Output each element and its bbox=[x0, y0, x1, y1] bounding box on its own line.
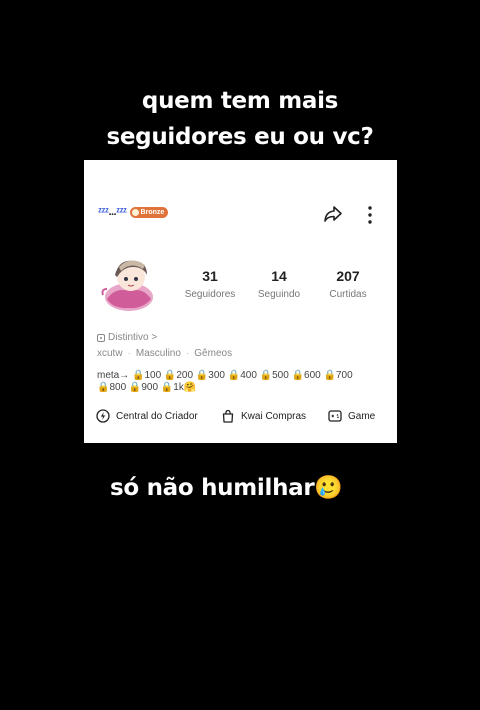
bio-line-1: meta→ 🔒100 🔒200 🔒300 🔒400 🔒500 🔒600 🔒700 bbox=[97, 370, 353, 381]
game-label: Game bbox=[348, 410, 376, 422]
creator-center-label: Central do Criador bbox=[116, 410, 198, 422]
more-vertical-icon[interactable] bbox=[366, 205, 374, 225]
lightning-circle-icon bbox=[96, 409, 110, 423]
username: xcutw bbox=[97, 348, 123, 359]
separator-dot: · bbox=[127, 348, 131, 359]
profile-info-line: xcutw · Masculino · Gêmeos bbox=[97, 348, 232, 359]
profile-card-screenshot: ᶻᶻᶻ...ᶻᶻᶻ Bronze 31 Seguidores 14 Seguin… bbox=[84, 160, 397, 443]
caption-top-line-2: seguidores eu ou vc? bbox=[106, 124, 374, 150]
share-icon[interactable] bbox=[323, 204, 343, 224]
creator-center-button[interactable]: Central do Criador bbox=[96, 409, 206, 423]
profile-name-row: ᶻᶻᶻ...ᶻᶻᶻ Bronze bbox=[98, 206, 169, 218]
following-label: Seguindo bbox=[257, 289, 301, 300]
game-button[interactable]: Game bbox=[328, 409, 388, 423]
caption-bottom: só não humilhar🥲 bbox=[110, 475, 343, 501]
name-dots: ... bbox=[108, 206, 117, 218]
profile-actions: Central do Criador Kwai Compras Game bbox=[96, 408, 386, 424]
distintivo-label: Distintivo > bbox=[108, 332, 158, 343]
anime-avatar-icon[interactable] bbox=[99, 253, 157, 313]
caption-top: quem tem mais seguidores eu ou vc? bbox=[0, 83, 480, 155]
name-prefix: ᶻᶻᶻ bbox=[98, 206, 109, 218]
likes-count: 207 bbox=[336, 268, 360, 284]
profile-bio: meta→ 🔒100 🔒200 🔒300 🔒400 🔒500 🔒600 🔒700… bbox=[97, 370, 377, 394]
followers-label: Seguidores bbox=[184, 289, 236, 300]
stat-followers[interactable]: 31 Seguidores bbox=[182, 268, 238, 300]
level-badge[interactable]: Bronze bbox=[129, 206, 169, 218]
separator-dot: · bbox=[185, 348, 190, 359]
following-count: 14 bbox=[271, 268, 287, 284]
gender: Masculino bbox=[135, 348, 181, 359]
gamepad-icon bbox=[328, 410, 342, 422]
bio-line-2: 🔒800 🔒900 🔒1k🤗 bbox=[97, 382, 197, 393]
kwai-shop-label: Kwai Compras bbox=[241, 410, 307, 422]
distintivo-link[interactable]: Distintivo > bbox=[97, 332, 157, 343]
zodiac-sign: Gêmeos bbox=[194, 348, 233, 359]
medal-icon bbox=[131, 208, 139, 216]
stat-likes[interactable]: 207 Curtidas bbox=[324, 268, 372, 300]
caption-top-line-1: quem tem mais bbox=[141, 88, 339, 114]
profile-name: ᶻᶻᶻ...ᶻᶻᶻ bbox=[98, 206, 127, 218]
shopping-bag-icon bbox=[222, 409, 234, 423]
likes-label: Curtidas bbox=[329, 289, 367, 300]
badge-label: Bronze bbox=[140, 208, 165, 216]
badge-outline-icon bbox=[97, 333, 105, 342]
kwai-shop-button[interactable]: Kwai Compras bbox=[221, 409, 321, 423]
stat-following[interactable]: 14 Seguindo bbox=[254, 268, 304, 300]
name-suffix: ᶻᶻᶻ bbox=[116, 206, 127, 218]
followers-count: 31 bbox=[202, 268, 218, 284]
